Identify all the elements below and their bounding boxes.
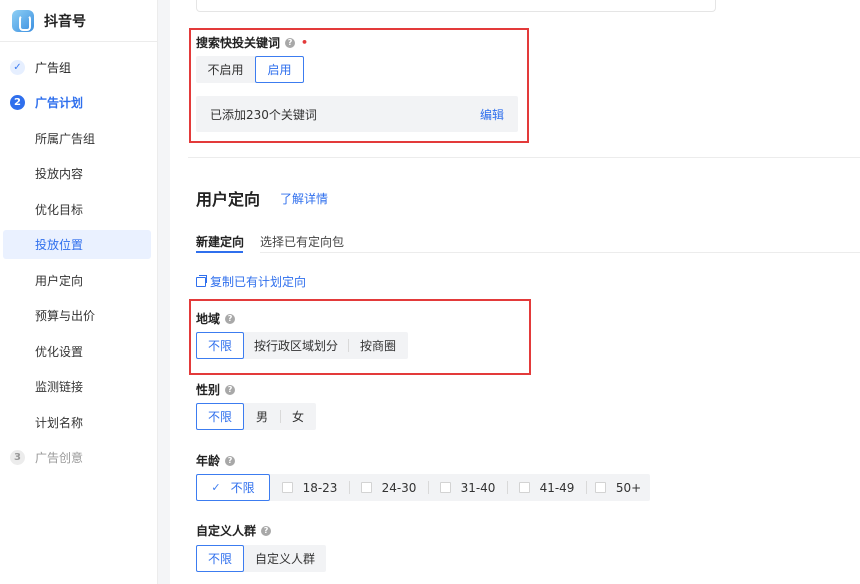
option-disable[interactable]: 不启用	[196, 56, 255, 83]
age-option-label: 31-40	[460, 480, 496, 495]
custom-audience-option-custom[interactable]: 自定义人群	[244, 545, 326, 572]
checkbox	[360, 482, 372, 493]
copy-icon	[196, 274, 207, 287]
app-name: 抖音号	[44, 13, 86, 30]
check-icon: ✓	[211, 481, 221, 494]
sidebar-item-content[interactable]: 投放内容	[3, 159, 151, 188]
gender-option-male[interactable]: 男	[244, 403, 280, 430]
check-icon: ✓	[10, 59, 25, 75]
sidebar: 抖音号 ✓ 广告组 2 广告计划 所属广告组 投放内容 优化目标 投放位置 用户…	[0, 0, 158, 584]
region-option-admin[interactable]: 按行政区域划分	[244, 332, 348, 359]
gender-option-female[interactable]: 女	[280, 403, 316, 430]
step-ad-group[interactable]: ✓ 广告组	[0, 52, 158, 82]
learn-more-link[interactable]: 了解详情	[280, 190, 328, 207]
keywords-label-text: 搜索快投关键词	[196, 36, 281, 50]
keywords-count: 已添加230个关键词	[210, 107, 317, 122]
age-option-label: 24-30	[381, 480, 417, 495]
gender-selector: 不限 男 女	[196, 403, 316, 430]
region-option-business-label: 按商圈	[359, 339, 396, 353]
custom-audience-label: 自定义人群 ?	[196, 522, 272, 539]
age-selector: ✓ 不限 18-23 24-30 31-40 41-49 50+	[196, 474, 650, 501]
custom-audience-option-any[interactable]: 不限	[196, 545, 244, 572]
section-divider	[188, 157, 860, 158]
required-mark: •	[301, 36, 309, 49]
age-option-any-label: 不限	[230, 481, 255, 495]
age-option-18-23[interactable]: 18-23	[270, 474, 349, 501]
age-label: 年龄 ?	[196, 452, 236, 469]
sidebar-item-optimization[interactable]: 优化设置	[3, 337, 151, 366]
step-number-badge: 2	[10, 94, 25, 110]
region-option-business[interactable]: 按商圈	[348, 332, 408, 359]
keywords-toggle: 不启用 启用	[196, 56, 304, 83]
region-label: 地域 ?	[196, 310, 236, 327]
sidebar-item-ad-group[interactable]: 所属广告组	[3, 124, 151, 153]
help-icon[interactable]: ?	[285, 37, 296, 48]
step-ad-plan[interactable]: 2 广告计划	[0, 87, 158, 117]
copy-targeting-label: 复制已有计划定向	[210, 275, 307, 289]
main-content: 搜索快投关键词 ? • 不启用 启用 已添加230个关键词 编辑 用户定向 了解…	[170, 0, 860, 584]
tabs-baseline	[260, 252, 860, 253]
checkbox	[594, 482, 606, 493]
keywords-label: 搜索快投关键词 ? •	[196, 34, 308, 51]
brand-header: 抖音号	[0, 0, 157, 42]
sidebar-item-plan-name[interactable]: 计划名称	[3, 408, 151, 437]
tab-new-targeting[interactable]: 新建定向	[196, 233, 244, 250]
sidebar-item-goal[interactable]: 优化目标	[3, 195, 151, 224]
step-label: 广告计划	[35, 95, 84, 110]
region-label-text: 地域	[196, 312, 221, 326]
sidebar-item-tracking[interactable]: 监测链接	[3, 372, 151, 401]
step-ad-creative[interactable]: 3 广告创意	[0, 442, 158, 472]
sidebar-item-budget[interactable]: 预算与出价	[3, 301, 151, 330]
option-enable[interactable]: 启用	[255, 56, 304, 83]
checkbox	[518, 482, 530, 493]
tab-existing-package[interactable]: 选择已有定向包	[260, 233, 344, 250]
age-option-24-30[interactable]: 24-30	[349, 474, 428, 501]
age-option-any[interactable]: ✓ 不限	[196, 474, 270, 501]
section-title: 用户定向	[196, 190, 261, 209]
checkbox	[439, 482, 451, 493]
sidebar-item-targeting[interactable]: 用户定向	[3, 266, 151, 295]
help-icon[interactable]: ?	[225, 455, 236, 466]
active-tab-indicator	[196, 251, 243, 253]
previous-field-edge	[196, 0, 716, 12]
gender-option-female-label: 女	[291, 410, 304, 424]
checkbox	[281, 482, 293, 493]
region-option-any[interactable]: 不限	[196, 332, 244, 359]
age-option-label: 50+	[615, 480, 642, 495]
custom-audience-selector: 不限 自定义人群	[196, 545, 326, 572]
sidebar-item-placement[interactable]: 投放位置	[3, 230, 151, 259]
help-icon[interactable]: ?	[225, 384, 236, 395]
keywords-summary-bar: 已添加230个关键词 编辑	[196, 96, 518, 132]
age-option-31-40[interactable]: 31-40	[428, 474, 507, 501]
copy-targeting-link[interactable]: 复制已有计划定向	[196, 273, 306, 290]
custom-audience-label-text: 自定义人群	[196, 524, 257, 538]
help-icon[interactable]: ?	[225, 313, 236, 324]
gender-label: 性别 ?	[196, 381, 236, 398]
age-option-label: 41-49	[539, 480, 575, 495]
edit-keywords-link[interactable]: 编辑	[480, 106, 504, 123]
help-icon[interactable]: ?	[261, 525, 272, 536]
step-number-badge: 3	[10, 449, 25, 465]
gender-option-any[interactable]: 不限	[196, 403, 244, 430]
step-label: 广告组	[35, 60, 72, 75]
gender-label-text: 性别	[196, 383, 221, 397]
age-option-50-plus[interactable]: 50+	[586, 474, 650, 501]
age-option-label: 18-23	[302, 480, 338, 495]
region-selector: 不限 按行政区域划分 按商圈	[196, 332, 408, 359]
age-label-text: 年龄	[196, 454, 221, 468]
logo-icon	[12, 9, 34, 32]
step-label: 广告创意	[35, 450, 84, 465]
age-option-41-49[interactable]: 41-49	[507, 474, 586, 501]
